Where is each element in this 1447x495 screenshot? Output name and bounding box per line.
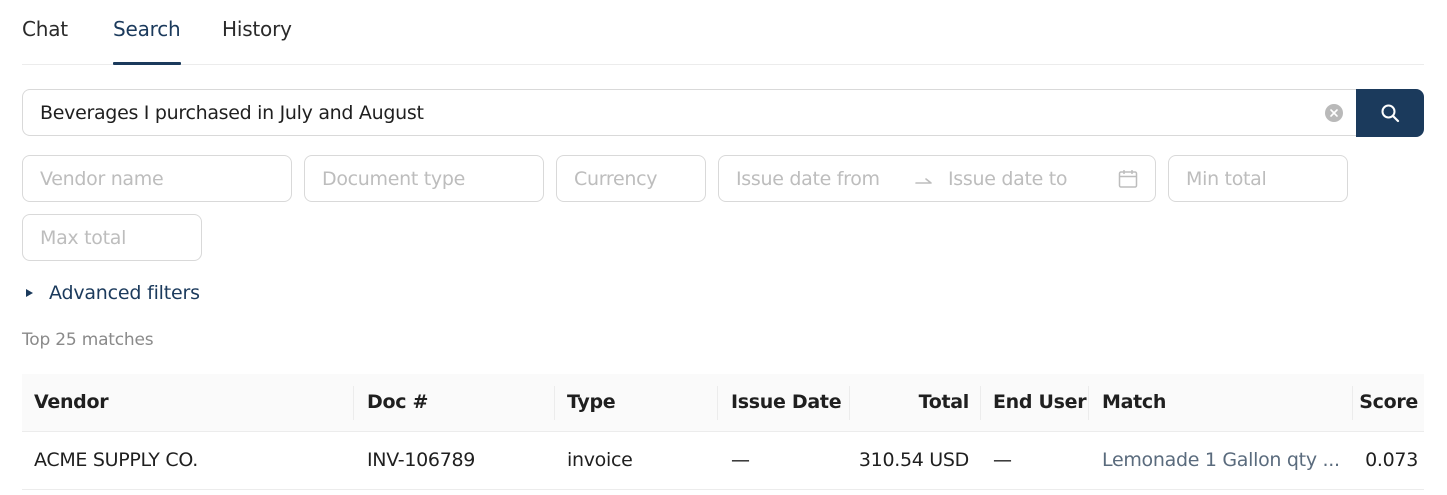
- cell-end-user: —: [993, 449, 1012, 471]
- tab-bar: Chat Search History: [22, 0, 1424, 65]
- column-divider: [1088, 386, 1089, 420]
- table-header: Vendor Doc # Type Issue Date Total End U…: [22, 374, 1424, 432]
- range-arrow-icon: [915, 178, 932, 184]
- document-type-select[interactable]: Document type: [304, 155, 544, 202]
- column-header-total[interactable]: Total: [919, 391, 970, 413]
- caret-right-icon: [26, 289, 33, 297]
- tab-search[interactable]: Search: [113, 17, 181, 65]
- column-header-type[interactable]: Type: [567, 391, 616, 413]
- results-summary: Top 25 matches: [22, 330, 154, 350]
- results-table: Vendor Doc # Type Issue Date Total End U…: [22, 374, 1424, 490]
- issue-date-range-picker[interactable]: Issue date from Issue date to: [718, 155, 1156, 202]
- currency-select[interactable]: Currency: [556, 155, 706, 202]
- cell-doc-number: INV-106789: [367, 449, 476, 471]
- cell-vendor: ACME SUPPLY CO.: [34, 449, 198, 471]
- column-header-issue-date[interactable]: Issue Date: [731, 391, 842, 413]
- min-total-placeholder: Min total: [1186, 168, 1267, 190]
- cell-total: 310.54 USD: [858, 449, 969, 471]
- search-button[interactable]: [1356, 89, 1424, 137]
- column-header-score[interactable]: Score: [1359, 391, 1418, 413]
- vendor-name-placeholder: Vendor name: [40, 168, 164, 190]
- search-icon: [1381, 104, 1400, 123]
- advanced-filters-label: Advanced filters: [49, 282, 200, 304]
- column-header-match[interactable]: Match: [1102, 391, 1166, 413]
- table-row[interactable]: ACME SUPPLY CO. INV-106789 invoice — 310…: [22, 432, 1424, 490]
- column-header-doc[interactable]: Doc #: [367, 391, 428, 413]
- tab-history[interactable]: History: [222, 17, 292, 65]
- cell-match: Lemonade 1 Gallon qty ...: [1102, 449, 1340, 471]
- clear-circle-icon[interactable]: [1325, 104, 1343, 122]
- column-divider: [849, 386, 850, 420]
- column-divider: [980, 386, 981, 420]
- max-total-placeholder: Max total: [40, 227, 127, 249]
- column-header-vendor[interactable]: Vendor: [34, 391, 109, 413]
- search-query-text[interactable]: Beverages I purchased in July and August: [40, 102, 424, 124]
- column-divider: [353, 386, 354, 420]
- search-bar: Beverages I purchased in July and August: [22, 89, 1424, 137]
- issue-date-from-input[interactable]: Issue date from: [736, 168, 880, 190]
- cell-score: 0.073: [1365, 449, 1418, 471]
- min-total-field[interactable]: Min total: [1168, 155, 1348, 202]
- search-input[interactable]: Beverages I purchased in July and August: [22, 89, 1358, 136]
- currency-placeholder: Currency: [574, 168, 658, 190]
- column-divider: [717, 386, 718, 420]
- vendor-name-field[interactable]: Vendor name: [22, 155, 292, 202]
- document-type-placeholder: Document type: [322, 168, 466, 190]
- cell-type: invoice: [567, 449, 633, 471]
- column-header-end-user[interactable]: End User: [993, 391, 1087, 413]
- column-divider: [554, 386, 555, 420]
- column-divider: [1352, 386, 1353, 420]
- cell-issue-date: —: [731, 449, 750, 471]
- issue-date-to-input[interactable]: Issue date to: [948, 168, 1068, 190]
- tab-chat[interactable]: Chat: [22, 17, 68, 65]
- max-total-field[interactable]: Max total: [22, 214, 202, 261]
- calendar-icon: [1118, 170, 1138, 188]
